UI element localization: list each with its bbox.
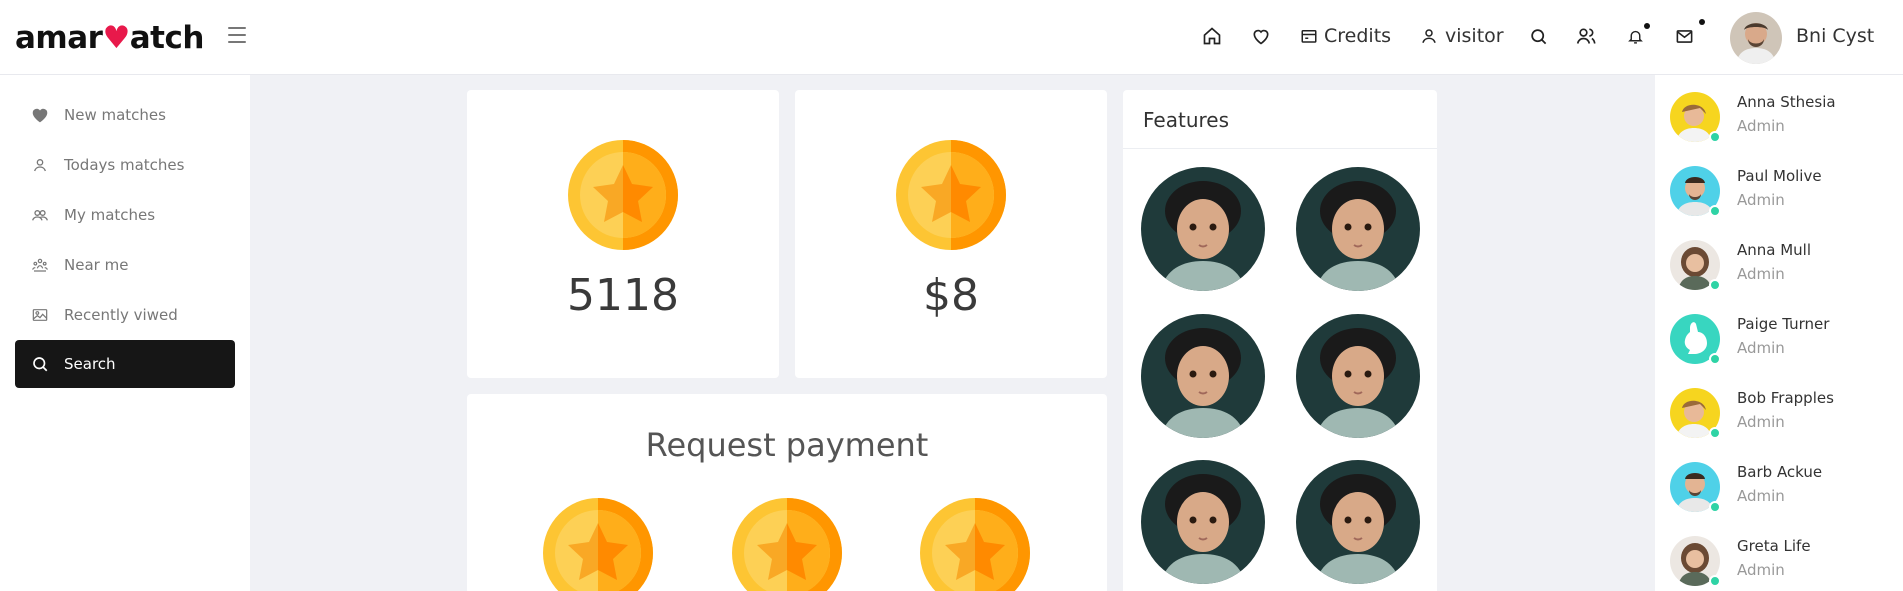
credits-link[interactable]: Credits xyxy=(1324,25,1391,47)
wallet-icon[interactable] xyxy=(1297,24,1321,48)
user-name: Paige Turner xyxy=(1737,315,1830,333)
online-indicator xyxy=(1709,501,1721,513)
heart-icon[interactable] xyxy=(1249,24,1273,48)
feature-photo[interactable] xyxy=(1141,314,1265,438)
coin-star-icon[interactable] xyxy=(920,498,1030,591)
balance-card: $8 xyxy=(795,90,1107,378)
image-icon xyxy=(30,305,50,325)
user-role: Admin xyxy=(1737,561,1785,579)
sidebar-item-my-matches[interactable]: My matches xyxy=(15,191,235,239)
avatar[interactable] xyxy=(1730,12,1782,64)
feature-photo[interactable] xyxy=(1296,167,1420,291)
sidebar-item-search[interactable]: Search xyxy=(15,340,235,388)
user-list-item[interactable]: Paul Molive Admin xyxy=(1670,164,1900,224)
search-icon xyxy=(30,354,50,374)
user-role: Admin xyxy=(1737,339,1785,357)
user-role: Admin xyxy=(1737,487,1785,505)
mail-icon[interactable] xyxy=(1672,24,1696,48)
credits-value: 5118 xyxy=(567,270,679,321)
feature-photo[interactable] xyxy=(1141,167,1265,291)
user-name[interactable]: Bni Cyst xyxy=(1796,25,1874,47)
top-header: amar♥atch Credits visitor Bni Cyst xyxy=(0,0,1903,75)
menu-toggle-icon[interactable] xyxy=(228,27,246,43)
sidebar: New matches Todays matches My matches Ne… xyxy=(0,75,250,591)
online-indicator xyxy=(1709,279,1721,291)
user-name: Anna Mull xyxy=(1737,241,1812,259)
user-role: Admin xyxy=(1737,191,1785,209)
online-indicator xyxy=(1709,427,1721,439)
request-payment-title: Request payment xyxy=(645,426,929,464)
user-list-item[interactable]: Anna Sthesia Admin xyxy=(1670,90,1900,150)
user-role: Admin xyxy=(1737,117,1785,135)
logo[interactable]: amar♥atch xyxy=(15,20,204,56)
feature-photo[interactable] xyxy=(1141,460,1265,584)
coin-star-icon[interactable] xyxy=(732,498,842,591)
online-users-panel: Anna Sthesia Admin Paul Molive Admin Ann… xyxy=(1655,75,1903,591)
sidebar-item-new-matches[interactable]: New matches xyxy=(15,91,235,139)
user-icon xyxy=(30,155,50,175)
bell-icon[interactable] xyxy=(1623,24,1647,48)
visitor-link[interactable]: visitor xyxy=(1445,25,1504,47)
sidebar-item-todays-matches[interactable]: Todays matches xyxy=(15,141,235,189)
coin-star-icon xyxy=(568,140,678,254)
user-list-item[interactable]: Anna Mull Admin xyxy=(1670,238,1900,298)
online-indicator xyxy=(1709,131,1721,143)
home-icon[interactable] xyxy=(1200,24,1224,48)
message-dot xyxy=(1699,19,1705,25)
user-name: Greta Life xyxy=(1737,537,1811,555)
credits-card: 5118 xyxy=(467,90,779,378)
sidebar-item-recently-viewed[interactable]: Recently viwed xyxy=(15,291,235,339)
online-indicator xyxy=(1709,205,1721,217)
balance-value: $8 xyxy=(923,270,979,321)
user-list-item[interactable]: Barb Ackue Admin xyxy=(1670,460,1900,520)
online-indicator xyxy=(1709,575,1721,587)
online-indicator xyxy=(1709,353,1721,365)
user-name: Barb Ackue xyxy=(1737,463,1823,481)
user-role: Admin xyxy=(1737,413,1785,431)
user-name: Bob Frapples xyxy=(1737,389,1834,407)
users-icon[interactable] xyxy=(1574,24,1598,48)
user-name: Anna Sthesia xyxy=(1737,93,1836,111)
feature-photo[interactable] xyxy=(1296,460,1420,584)
user-name: Paul Molive xyxy=(1737,167,1822,185)
coin-star-icon xyxy=(896,140,1006,254)
coin-star-icon[interactable] xyxy=(543,498,653,591)
user-list-item[interactable]: Paige Turner Admin xyxy=(1670,312,1900,372)
notification-dot xyxy=(1644,23,1650,29)
request-payment-card: Request payment xyxy=(467,394,1107,591)
user-icon[interactable] xyxy=(1417,24,1441,48)
heart-icon xyxy=(30,105,50,125)
search-icon[interactable] xyxy=(1526,24,1550,48)
feature-photo[interactable] xyxy=(1296,314,1420,438)
user-role: Admin xyxy=(1737,265,1785,283)
user-list-item[interactable]: Greta Life Admin xyxy=(1670,534,1900,591)
user-list-item[interactable]: Bob Frapples Admin xyxy=(1670,386,1900,446)
location-people-icon xyxy=(30,255,50,275)
divider xyxy=(1123,148,1437,149)
sidebar-item-near-me[interactable]: Near me xyxy=(15,241,235,289)
features-title: Features xyxy=(1143,108,1229,132)
users-icon xyxy=(30,205,50,225)
features-card: Features xyxy=(1123,90,1437,591)
